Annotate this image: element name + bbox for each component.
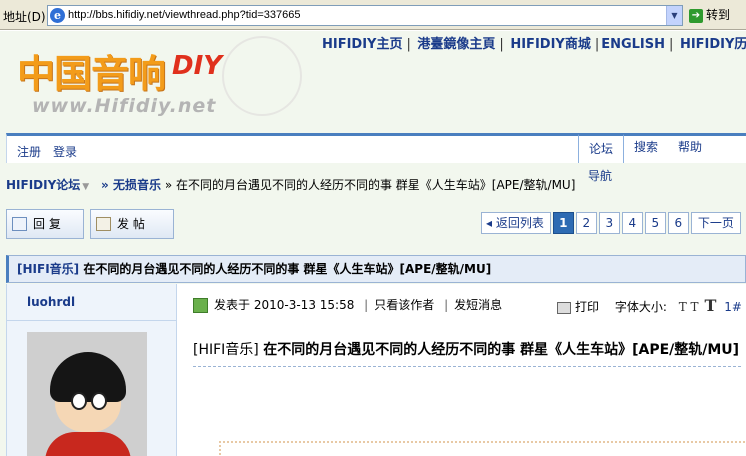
author-panel: luohrdl — [7, 284, 177, 456]
page-5[interactable]: 5 — [644, 212, 666, 234]
only-author-link[interactable]: 只看该作者 — [374, 298, 434, 312]
posted-label: 发表于 — [214, 298, 251, 312]
go-button[interactable]: ➔ 转到 — [689, 6, 744, 25]
avatar-eye-right — [91, 392, 107, 410]
reply-button[interactable]: 回 复 — [6, 209, 84, 239]
post-status-icon — [193, 298, 208, 313]
forum-page: 中国音响 DIY www.Hifidiy.net HIFIDIY主页 | 港臺鏡像… — [0, 31, 746, 456]
page-1[interactable]: 1 — [552, 212, 574, 234]
new-post-label: 发 帖 — [117, 217, 145, 231]
tab-forum[interactable]: 论坛 — [578, 134, 625, 163]
top-link-history[interactable]: HIFIDIY历程 — [680, 37, 746, 52]
post-title-main: 在不同的月台遇见不同的人经历不同的事 群星《人生车站》[APE/整轨/MU] — [263, 342, 740, 358]
font-big-button[interactable]: T — [705, 296, 717, 315]
logo-seal-icon — [222, 36, 302, 116]
thread-title: 在不同的月台遇见不同的人经历不同的事 群星《人生车站》[APE/整轨/MU] — [83, 262, 492, 276]
avatar-hair — [50, 352, 126, 402]
new-post-button[interactable]: 发 帖 — [90, 209, 174, 239]
reply-label: 回 复 — [33, 217, 61, 231]
post: luohrdl 发表于 2010-3-13 15:58 | 只看该作者 | 发短消息… — [6, 284, 746, 456]
author-name[interactable]: luohrdl — [27, 295, 75, 309]
post-title: [HIFI音乐] 在不同的月台遇见不同的人经历不同的事 群星《人生车站》[APE… — [193, 341, 741, 367]
post-meta: 发表于 2010-3-13 15:58 | 只看该作者 | 发短消息 — [193, 296, 502, 313]
address-label: 地址(D) — [3, 10, 46, 24]
url-text: http://bbs.hifidiy.net/viewthread.php?ti… — [68, 9, 301, 21]
breadcrumb-home[interactable]: HIFIDIY论坛 — [6, 178, 80, 192]
top-link-mirror[interactable]: 港臺鏡像主頁 — [417, 37, 495, 52]
arrow-right-icon: ➔ — [689, 8, 703, 23]
font-small-button[interactable]: T T — [679, 300, 699, 314]
page-4[interactable]: 4 — [621, 212, 643, 234]
ie-page-icon: e — [50, 8, 65, 23]
address-bar: 地址(D) e http://bbs.hifidiy.net/viewthrea… — [0, 0, 746, 30]
chevron-down-icon[interactable]: ▼ — [666, 6, 682, 25]
post-title-category: [HIFI音乐] — [193, 342, 259, 358]
next-page-button[interactable]: 下一页 — [690, 212, 741, 234]
print-link[interactable]: 打印 — [575, 300, 599, 314]
avatar — [27, 332, 147, 456]
floor-number: 1# — [724, 300, 742, 314]
register-link[interactable]: 注册 — [17, 145, 41, 159]
avatar-eye-left — [71, 392, 87, 410]
post-content-frame — [219, 441, 746, 456]
page-2[interactable]: 2 — [575, 212, 597, 234]
breadcrumb-thread: » 在不同的月台遇见不同的人经历不同的事 群星《人生车站》[APE/整轨/MU] — [164, 178, 576, 192]
post-tools: 打印 字体大小: T T T 1# — [557, 296, 742, 315]
triangle-left-icon: ◂ — [486, 216, 496, 230]
thread-category[interactable]: [HIFI音乐] — [17, 262, 79, 276]
tab-search[interactable]: 搜索 — [624, 134, 668, 163]
breadcrumb: HIFIDIY论坛 ▼ » 无损音乐 » 在不同的月台遇见不同的人经历不同的事 群… — [6, 176, 575, 193]
back-to-list-button[interactable]: ◂ 返回列表 — [481, 212, 551, 234]
login-link[interactable]: 登录 — [53, 145, 77, 159]
breadcrumb-section[interactable]: » 无损音乐 — [101, 178, 161, 192]
send-message-link[interactable]: 发短消息 — [454, 298, 502, 312]
top-link-shop[interactable]: HIFIDIY商城 — [510, 37, 590, 52]
thread-title-bar: [HIFI音乐] 在不同的月台遇见不同的人经历不同的事 群星《人生车站》[APE… — [6, 255, 746, 283]
site-logo-diy[interactable]: DIY — [172, 51, 222, 81]
top-links: HIFIDIY主页 | 港臺鏡像主頁 | HIFIDIY商城 | ENGLISH | HI… — [322, 33, 746, 52]
back-to-list-label: 返回列表 — [495, 216, 544, 230]
font-size-label: 字体大小: — [614, 300, 667, 314]
divider — [7, 320, 177, 321]
nav-tabs: 论坛 搜索 帮助 导航 — [578, 134, 746, 192]
tab-help[interactable]: 帮助 — [668, 134, 712, 163]
tab-navigation[interactable]: 导航 — [578, 163, 622, 192]
new-post-icon — [96, 217, 111, 231]
main-nav: 注册 登录 论坛 搜索 帮助 导航 — [6, 133, 746, 183]
site-logo-url: www.Hifidiy.net — [32, 95, 217, 117]
top-link-english[interactable]: ENGLISH — [601, 37, 665, 52]
triangle-down-icon[interactable]: ▼ — [82, 182, 89, 192]
avatar-body — [45, 432, 131, 456]
top-link-home[interactable]: HIFIDIY主页 — [322, 37, 402, 52]
url-input[interactable]: e http://bbs.hifidiy.net/viewthread.php?… — [47, 5, 683, 26]
posted-time: 2010-3-13 15:58 — [253, 298, 355, 312]
page-3[interactable]: 3 — [598, 212, 620, 234]
site-logo[interactable]: 中国音响 — [17, 43, 166, 98]
go-label: 转到 — [706, 8, 731, 22]
reply-icon — [12, 217, 27, 231]
printer-icon[interactable] — [557, 301, 571, 314]
pagination: ◂ 返回列表 1 2 3 4 5 6 下一页 — [481, 212, 743, 234]
page-6[interactable]: 6 — [667, 212, 689, 234]
